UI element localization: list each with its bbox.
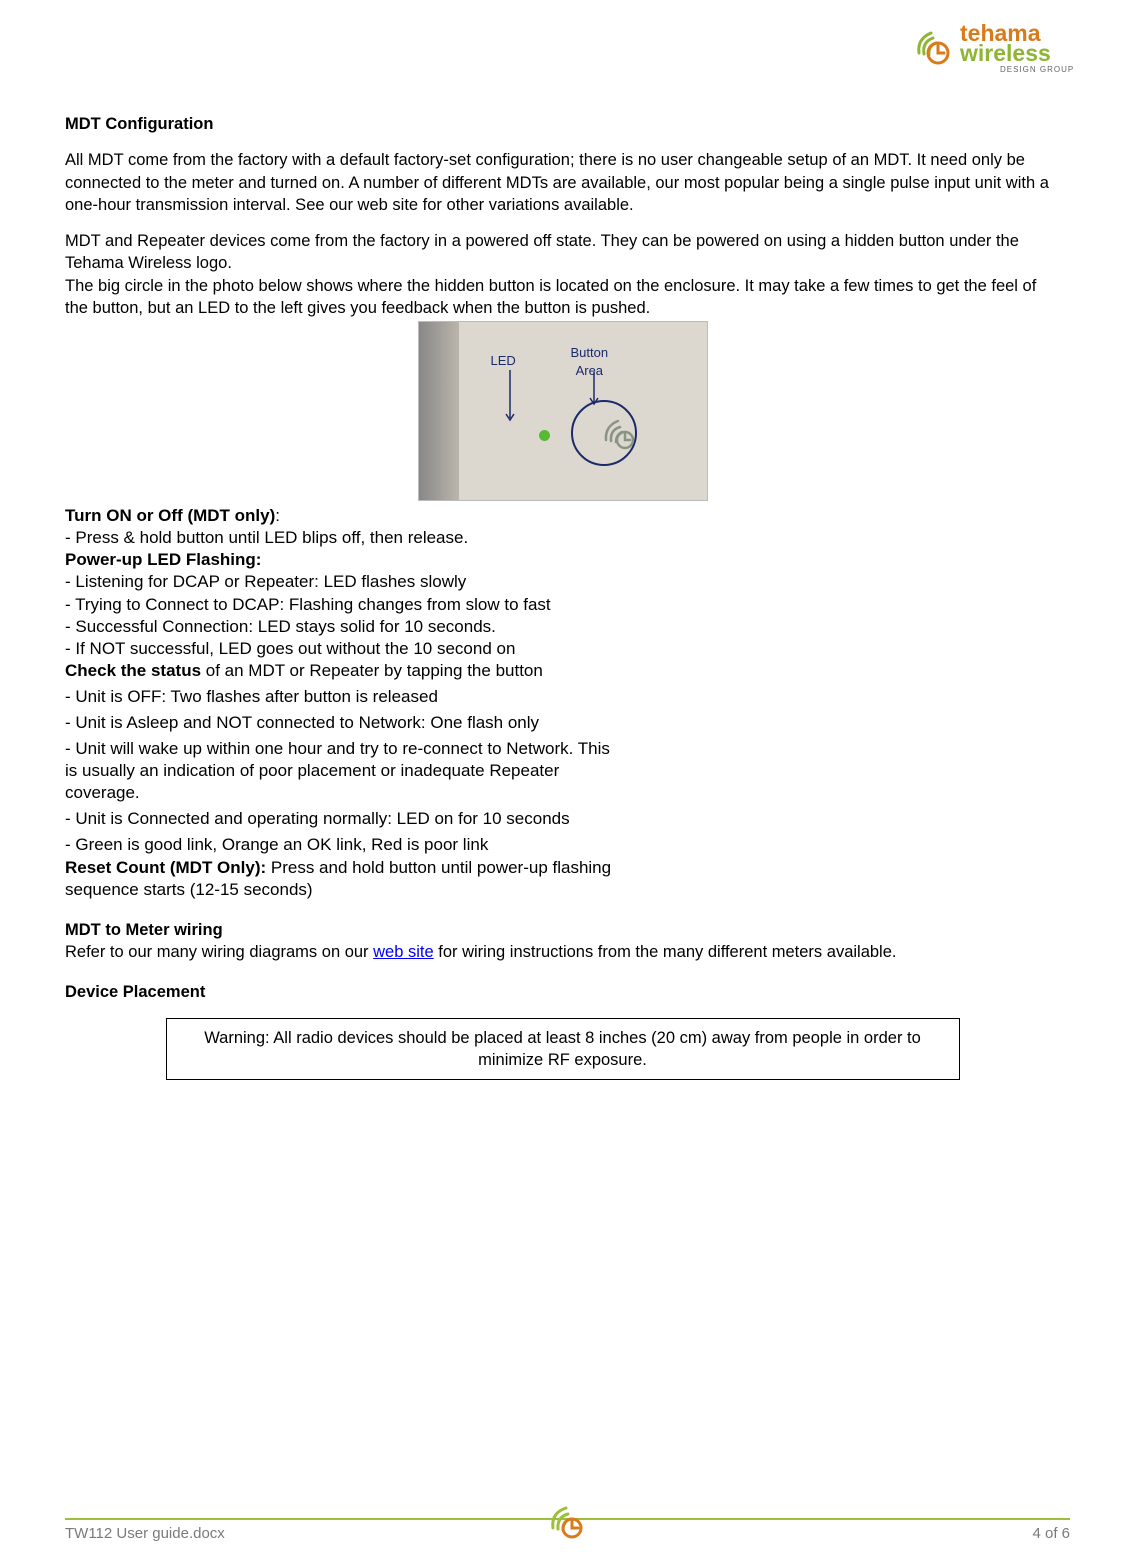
heading-wiring: MDT to Meter wiring [65,919,1060,941]
web-site-link[interactable]: web site [373,943,434,961]
instruction-line: - Successful Connection: LED stays solid… [65,616,1060,638]
paragraph: Refer to our many wiring diagrams on our… [65,941,1060,963]
instruction-line: - Listening for DCAP or Repeater: LED fl… [65,571,1060,593]
warning-box: Warning: All radio devices should be pla… [166,1018,960,1081]
brand-logo: tehama wireless DESIGN GROUP [905,15,1075,81]
photo-label-led: LED [491,352,516,370]
status-line: - Unit is Asleep and NOT connected to Ne… [65,712,1060,734]
status-line: - Unit is Connected and operating normal… [65,808,1060,830]
footer-filename: TW112 User guide.docx [65,1524,225,1544]
instruction-line: - Trying to Connect to DCAP: Flashing ch… [65,594,1060,616]
paragraph: MDT and Repeater devices come from the f… [65,230,1060,275]
led-indicator-icon [539,430,550,441]
instruction-line: - If NOT successful, LED goes out withou… [65,638,1060,660]
svg-text:DESIGN GROUP: DESIGN GROUP [1000,65,1074,74]
status-line: - Green is good link, Orange an OK link,… [65,834,1060,856]
paragraph: The big circle in the photo below shows … [65,275,1060,320]
subhead-powerup: Power-up LED Flashing: [65,549,1060,571]
page-footer: TW112 User guide.docx 4 of 6 [65,1518,1070,1544]
footer-page-number: 4 of 6 [1032,1524,1070,1544]
status-line: - Unit is OFF: Two flashes after button … [65,686,1060,708]
subhead-check-status: Check the status [65,661,201,680]
subhead-reset: Reset Count (MDT Only): [65,858,266,877]
device-photo: LED Button Area [418,321,708,501]
footer-logo-icon [548,1500,588,1546]
paragraph: All MDT come from the factory with a def… [65,149,1060,216]
heading-placement: Device Placement [65,981,1060,1003]
svg-text:wireless: wireless [959,40,1051,66]
status-line: - Unit will wake up within one hour and … [65,738,625,804]
instruction-line: - Press & hold button until LED blips of… [65,527,1060,549]
heading-mdt-config: MDT Configuration [65,113,1060,135]
tehama-swirl-icon [602,414,640,452]
subhead-turn-on: Turn ON or Off (MDT only) [65,506,275,525]
